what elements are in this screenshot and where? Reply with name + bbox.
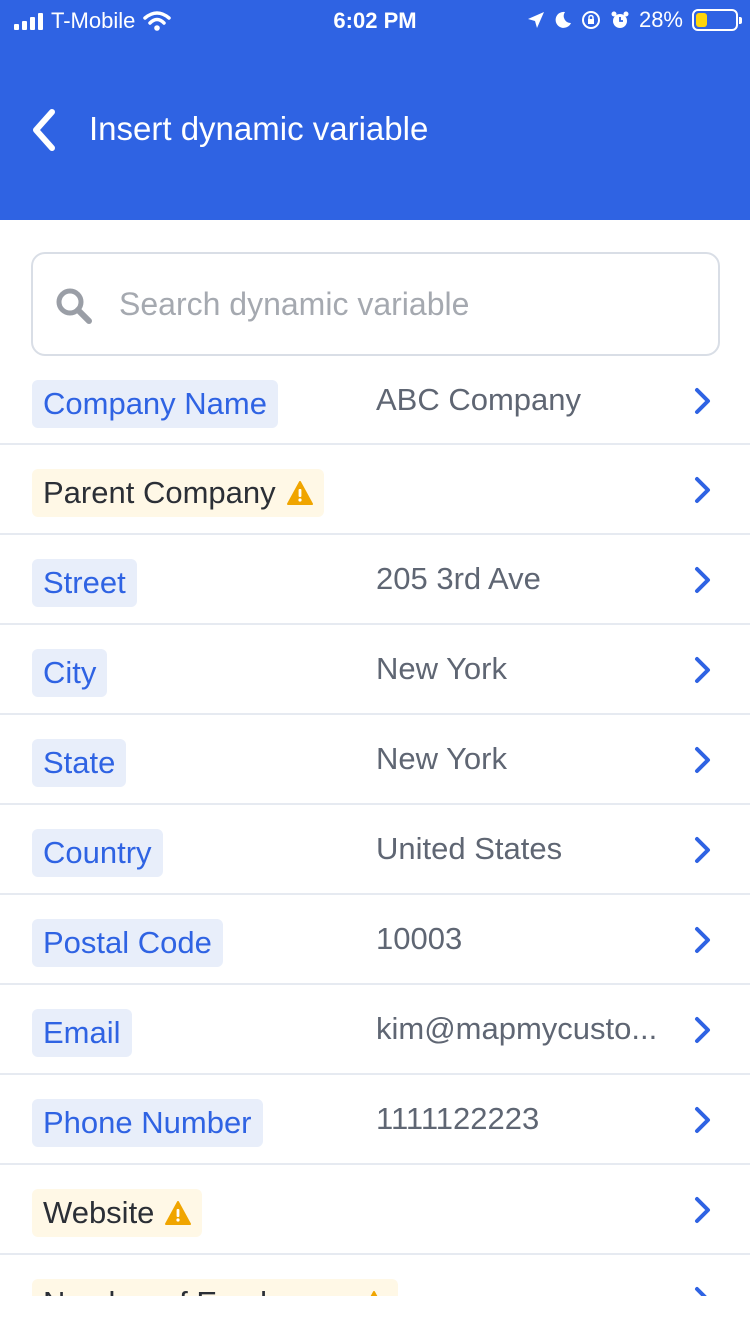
variable-tag: Number of Employees — [32, 1279, 398, 1296]
variable-label: Country — [43, 835, 152, 870]
chevron-right-icon — [695, 477, 710, 503]
warning-icon — [286, 481, 313, 505]
chevron-right-icon — [695, 1197, 710, 1223]
app-header: T-Mobile 6:02 PM 28% Insert dynamic vari… — [0, 0, 750, 220]
variable-tag: Phone Number — [32, 1099, 263, 1147]
list-item[interactable]: Parent Company — [0, 445, 750, 535]
warning-icon — [165, 1201, 192, 1225]
variable-value: ABC Company — [376, 382, 582, 417]
variable-value: New York — [376, 651, 507, 686]
chevron-right-icon — [695, 567, 710, 593]
variable-value: United States — [376, 831, 563, 866]
list-item[interactable]: Number of Employees — [0, 1255, 750, 1296]
alarm-icon — [611, 11, 629, 28]
variable-label: Company Name — [43, 386, 267, 421]
location-icon — [527, 12, 544, 28]
status-right: 28% — [527, 7, 742, 33]
chevron-right-icon — [695, 1107, 710, 1133]
list-item[interactable]: State New York — [0, 715, 750, 805]
variable-label: Parent Company — [43, 475, 276, 510]
chevron-right-icon — [695, 747, 710, 773]
variable-tag: State — [32, 739, 127, 787]
variable-tag: Postal Code — [32, 919, 223, 967]
variable-label: Number of Employees — [43, 1285, 350, 1296]
variable-list: Company Name ABC Company Parent Company Str… — [0, 356, 750, 1296]
variable-label: Phone Number — [43, 1105, 252, 1140]
variable-tag: Country — [32, 829, 163, 877]
list-item[interactable]: Email kim@mapmycusto... — [0, 985, 750, 1075]
variable-value: 1111122223 — [376, 1101, 540, 1136]
search-box[interactable] — [31, 252, 720, 356]
page-title: Insert dynamic variable — [89, 110, 429, 147]
list-item[interactable]: Phone Number 1111122223 — [0, 1075, 750, 1165]
variable-tag: Company Name — [32, 380, 278, 428]
chevron-right-icon — [695, 657, 710, 683]
list-item[interactable]: Website — [0, 1165, 750, 1255]
list-item[interactable]: Country United States — [0, 805, 750, 895]
battery-percent: 28% — [638, 7, 683, 32]
list-item[interactable]: Street 205 3rd Ave — [0, 535, 750, 625]
chevron-right-icon — [695, 388, 710, 414]
variable-tag: Parent Company — [32, 469, 324, 517]
chevron-right-icon — [695, 927, 710, 953]
warning-icon — [370, 1291, 378, 1296]
chevron-right-icon — [695, 837, 710, 863]
chevron-right-icon — [695, 1017, 710, 1043]
variable-label: Postal Code — [43, 925, 212, 960]
variable-label: City — [43, 655, 97, 690]
search-icon — [56, 288, 92, 324]
variable-label: State — [43, 745, 116, 780]
variable-label: Street — [43, 565, 126, 600]
chevron-left-icon — [33, 109, 55, 151]
back-button[interactable] — [24, 106, 68, 154]
list-item[interactable]: Postal Code 10003 — [0, 895, 750, 985]
variable-value: 10003 — [376, 921, 463, 956]
list-item[interactable]: Company Name ABC Company — [0, 356, 750, 445]
variable-label: Email — [43, 1015, 121, 1050]
variable-label: Website — [43, 1195, 155, 1230]
search-input[interactable] — [119, 254, 699, 354]
variable-value: kim@mapmycusto... — [376, 1011, 658, 1046]
rotation-lock-icon — [581, 11, 600, 29]
moon-icon — [555, 11, 571, 28]
variable-value: New York — [376, 741, 507, 776]
status-bar: T-Mobile 6:02 PM 28% — [0, 0, 750, 40]
variable-tag: Street — [32, 559, 137, 607]
chevron-right-icon — [695, 1287, 707, 1296]
nav-bar: Insert dynamic variable — [0, 100, 750, 160]
variable-tag: Email — [32, 1009, 132, 1057]
list-item[interactable]: City New York — [0, 625, 750, 715]
variable-tag: City — [32, 649, 108, 697]
variable-value: 205 3rd Ave — [376, 561, 541, 596]
battery-fill — [696, 13, 707, 27]
variable-tag: Website — [32, 1189, 203, 1237]
battery-icon — [692, 9, 742, 31]
